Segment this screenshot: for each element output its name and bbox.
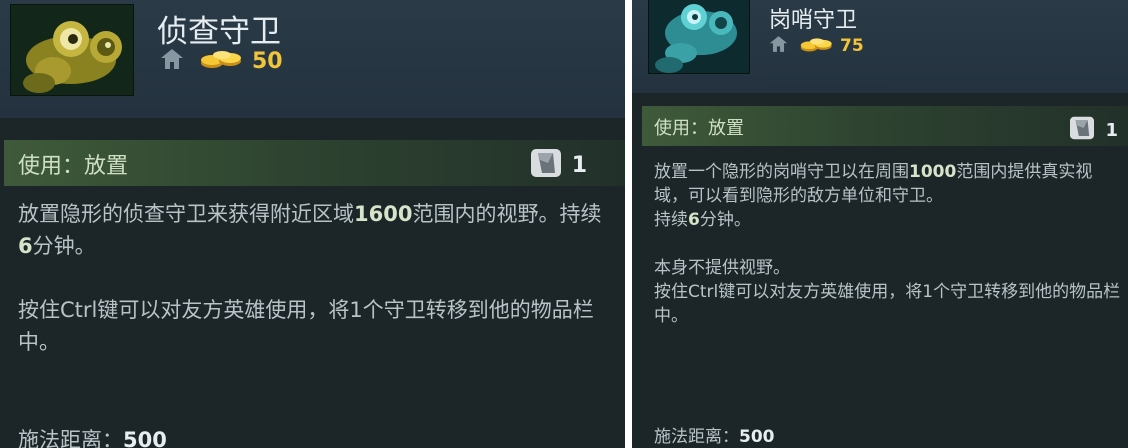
item-name: 侦查守卫 (157, 14, 281, 50)
cost-row: 75 (769, 34, 864, 58)
desc-text: 分钟。 (699, 210, 751, 230)
ability-bar: 使用：放置 1 (642, 106, 1128, 146)
item-name: 岗哨守卫 (769, 8, 858, 33)
desc-highlight-duration: 6 (688, 210, 700, 230)
cast-range-label: 施法距离： (654, 427, 739, 447)
cast-range-value: 500 (739, 427, 775, 447)
desc-paragraph-2a: 本身不提供视野。 (654, 258, 790, 278)
ability-label: 使用：放置 (654, 118, 744, 139)
gold-cost: 50 (252, 48, 283, 74)
desc-paragraph-2: 按住Ctrl键可以对友方英雄使用，将1个守卫转移到他的物品栏中。 (18, 298, 594, 354)
cast-range: 施法距离：500 (18, 424, 167, 448)
cast-range: 施法距离：500 (654, 422, 775, 447)
charges-icon (1069, 116, 1095, 144)
home-shop-icon (160, 48, 184, 74)
desc-text: 持续 (654, 210, 688, 230)
desc-text: 放置一个隐形的岗哨守卫以在周围 (654, 162, 909, 182)
desc-text: 放置隐形的侦查守卫来获得附近区域 (18, 202, 354, 226)
ability-label: 使用：放置 (18, 154, 129, 179)
desc-paragraph-2b: 按住Ctrl键可以对友方英雄使用，将1个守卫转移到他的物品栏中。 (654, 282, 1121, 326)
home-shop-icon (769, 35, 788, 57)
gold-cost: 75 (840, 36, 864, 56)
observer-ward-tooltip: 侦查守卫 50 使用：放置 1 放置隐形的侦查守卫来获得附近区域1600范围内的… (0, 0, 625, 448)
cast-range-value: 500 (123, 428, 167, 448)
desc-highlight-radius: 1600 (354, 202, 413, 226)
tooltip-header: 岗哨守卫 75 (632, 0, 1128, 93)
charges-icon (530, 148, 562, 182)
charges-count: 1 (571, 152, 587, 178)
desc-text: 分钟。 (32, 234, 96, 258)
cast-range-label: 施法距离： (18, 428, 123, 448)
charges-indicator: 1 (530, 148, 587, 182)
tooltip-header: 侦查守卫 50 (0, 0, 625, 118)
gold-coins-icon (800, 35, 834, 58)
charges-indicator: 1 (1069, 116, 1118, 144)
desc-highlight-radius: 1000 (909, 162, 957, 182)
cost-row: 50 (160, 46, 283, 76)
item-description: 放置隐形的侦查守卫来获得附近区域1600范围内的视野。持续 6分钟。 按住Ctrl… (18, 198, 608, 358)
gold-coins-icon (200, 47, 244, 75)
sentry-ward-portrait (648, 0, 750, 74)
sentry-ward-tooltip: 岗哨守卫 75 使用：放置 1 放置一个隐形的岗哨守卫以在周围1000范围内提供… (632, 0, 1128, 448)
charges-count: 1 (1105, 119, 1118, 141)
desc-text: 范围内的视野。持续 (412, 202, 602, 226)
desc-highlight-duration: 6 (18, 234, 33, 258)
observer-ward-portrait (10, 4, 134, 96)
ability-bar: 使用：放置 1 (4, 140, 625, 186)
item-description: 放置一个隐形的岗哨守卫以在周围1000范围内提供真实视域，可以看到隐形的敌方单位… (654, 160, 1124, 328)
